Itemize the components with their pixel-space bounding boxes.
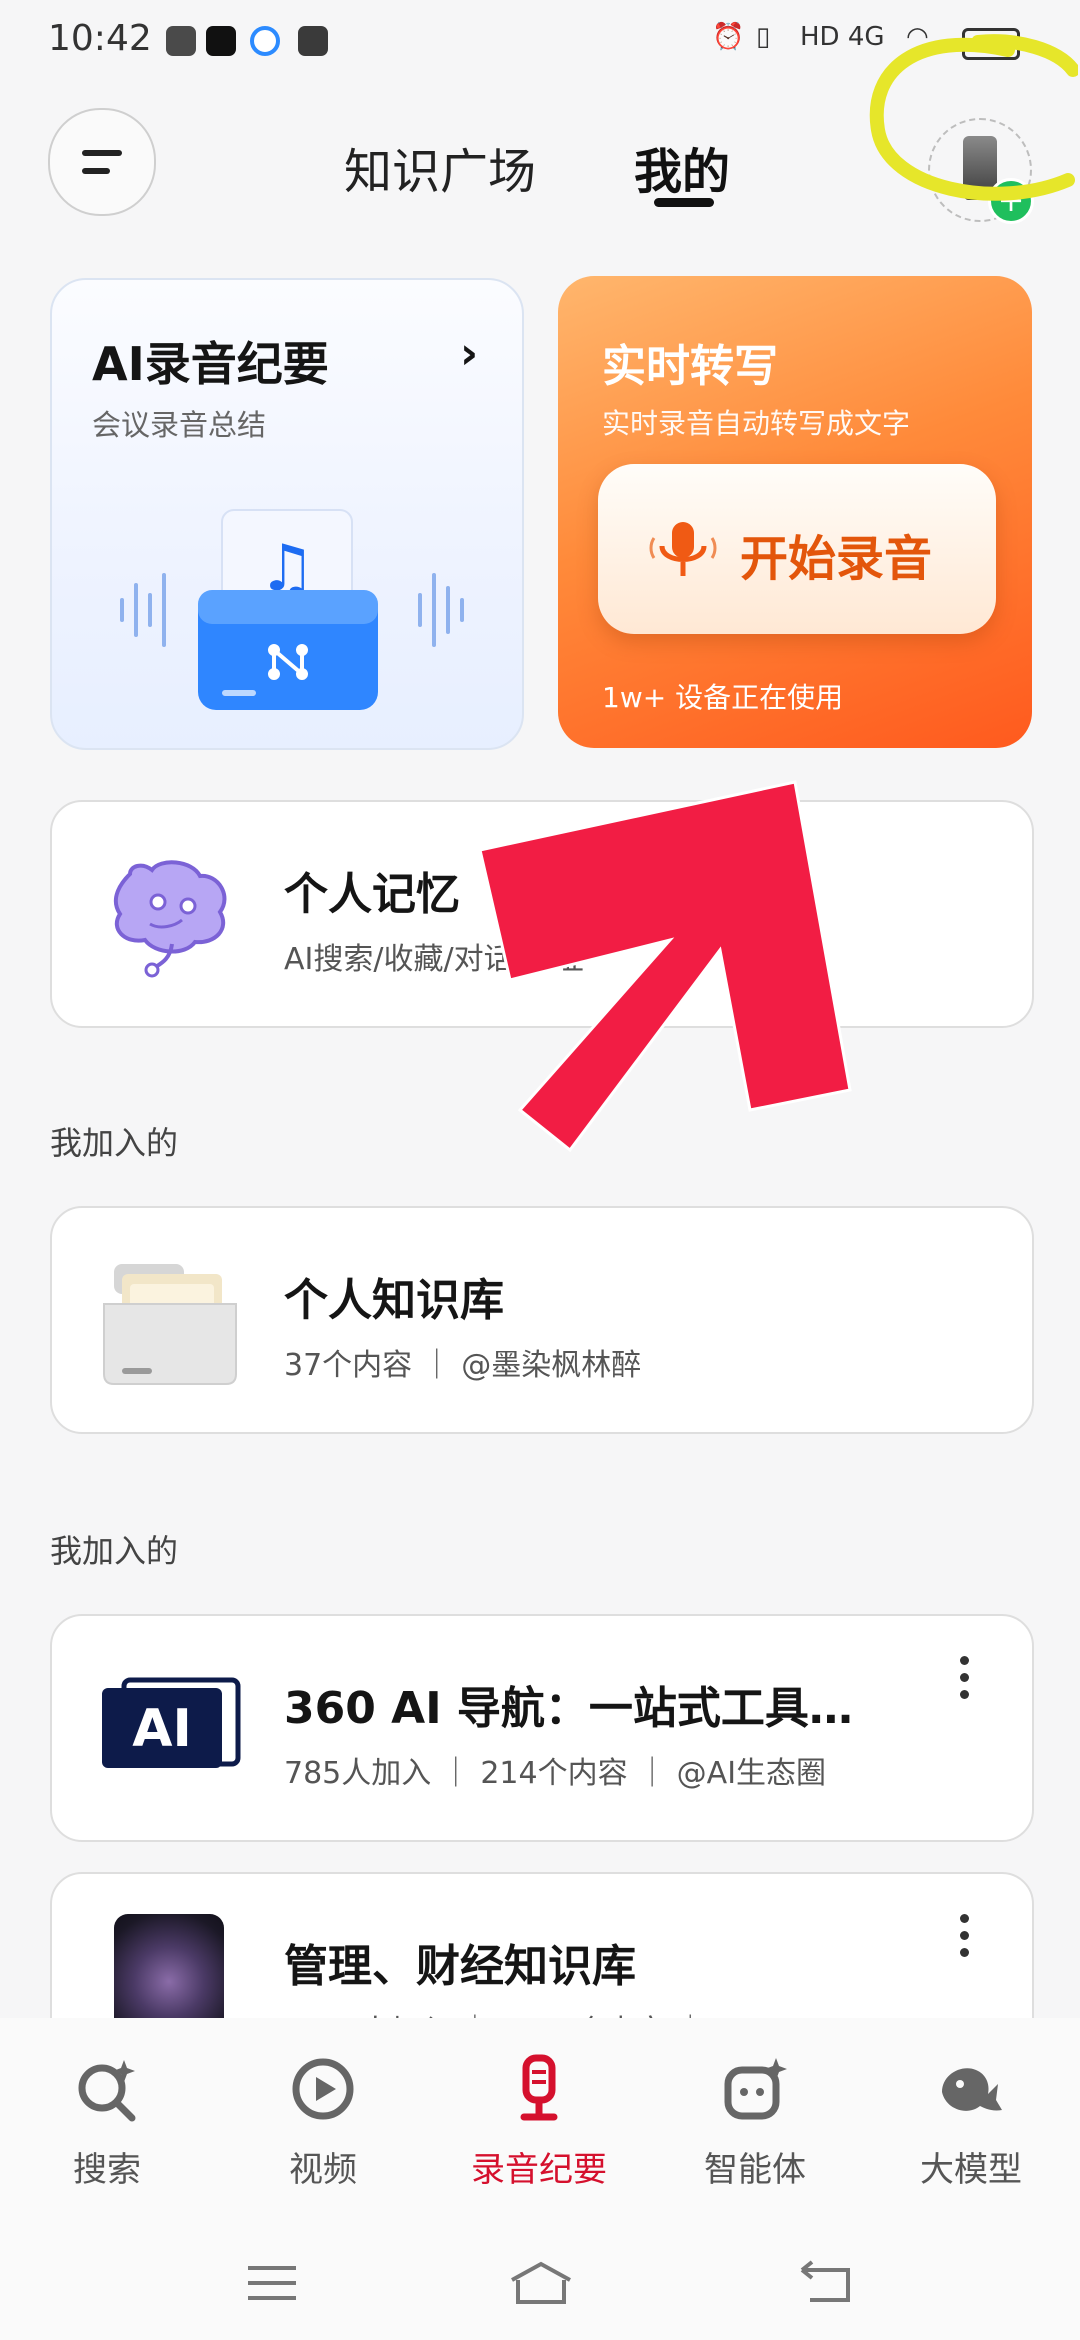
tab-mine[interactable]: 我的 xyxy=(634,132,730,202)
play-icon xyxy=(292,2058,354,2120)
personal-knowledge-base-card[interactable]: 个人知识库 37个内容 ｜ @墨染枫林醉 xyxy=(50,1206,1034,1434)
nav-search[interactable]: 搜索 xyxy=(22,2054,192,2191)
ai-logo-text: AI xyxy=(132,1699,192,1759)
nav-recording[interactable]: 录音纪要 xyxy=(454,2054,624,2191)
nav-large-model[interactable]: 大模型 xyxy=(886,2054,1056,2191)
menu-icon xyxy=(82,150,122,156)
ai-recording-summary-card[interactable]: AI录音纪要 › 会议录音总结 ♫ xyxy=(50,278,524,750)
browser-icon xyxy=(250,26,280,56)
status-time: 10:42 xyxy=(48,18,152,59)
list-item[interactable]: AI 360 AI 导航：一站式工具… 785人加入 ｜ 214个内容 ｜ @A… xyxy=(50,1614,1034,1842)
microphone-icon xyxy=(520,2054,558,2121)
realtime-subtitle: 实时录音自动转写成文字 xyxy=(602,407,911,440)
brain-icon xyxy=(113,860,227,978)
nav-label: 录音纪要 xyxy=(471,2150,607,2190)
nav-video[interactable]: 视频 xyxy=(238,2054,408,2191)
chevron-right-icon: › xyxy=(460,328,479,379)
red-arrow-annotation xyxy=(478,780,852,1153)
section-heading: 我加入的 xyxy=(50,1532,179,1570)
section-heading: 我加入的 xyxy=(50,1124,179,1162)
folder-icon xyxy=(103,1264,237,1385)
home-icon[interactable] xyxy=(506,2258,576,2308)
list-item-subtitle: 785人加入 ｜ 214个内容 ｜ @AI生态圈 xyxy=(284,1756,827,1791)
ai-card-title: AI录音纪要 xyxy=(92,337,329,391)
memory-title: 个人记忆 xyxy=(284,869,460,920)
alarm-icon: ⏰ xyxy=(712,22,745,52)
realtime-transcription-card[interactable]: 实时转写 实时录音自动转写成文字 开始录音 1w+ 设备正在使用 xyxy=(558,276,1032,748)
back-icon[interactable] xyxy=(796,2258,856,2308)
agent-icon xyxy=(724,2058,787,2120)
nav-label: 智能体 xyxy=(704,2150,806,2190)
menu-button[interactable] xyxy=(48,108,156,216)
search-sparkle-icon xyxy=(78,2060,136,2122)
nav-label: 大模型 xyxy=(920,2150,1022,2190)
active-tab-indicator xyxy=(654,198,714,207)
audio-folder-illustration: ♫ xyxy=(120,509,464,710)
start-recording-button[interactable]: 开始录音 xyxy=(598,464,996,634)
more-options-icon[interactable] xyxy=(960,1656,972,1707)
recent-apps-icon[interactable] xyxy=(244,2258,300,2308)
ai-card-subtitle: 会议录音总结 xyxy=(92,408,267,442)
start-recording-label: 开始录音 xyxy=(740,531,933,587)
mail-icon xyxy=(166,26,196,56)
whale-icon xyxy=(942,2068,1002,2111)
nav-label: 视频 xyxy=(289,2150,357,2190)
nav-agent[interactable]: 智能体 xyxy=(670,2054,840,2191)
knowledge-base-title: 个人知识库 xyxy=(284,1275,504,1326)
active-devices-text: 1w+ 设备正在使用 xyxy=(602,681,844,714)
bottom-navigation: 搜索 视频 录音纪要 智能体 大模型 xyxy=(0,2018,1080,2340)
tab-knowledge-square[interactable]: 知识广场 xyxy=(344,132,536,202)
tiktok-icon xyxy=(206,26,236,56)
ai-logo-icon: AI xyxy=(102,1677,241,1768)
microphone-icon xyxy=(649,522,717,576)
list-item-title: 360 AI 导航：一站式工具… xyxy=(284,1683,853,1734)
more-options-icon[interactable] xyxy=(960,1914,972,1965)
vibrate-icon: ▯ xyxy=(756,22,771,52)
highlight-circle-annotation xyxy=(869,34,1078,201)
nav-label: 搜索 xyxy=(73,2150,141,2190)
list-item-title: 管理、财经知识库 xyxy=(284,1941,636,1992)
realtime-title: 实时转写 xyxy=(602,341,778,392)
knowledge-base-subtitle: 37个内容 ｜ @墨染枫林醉 xyxy=(284,1348,642,1383)
video-app-icon xyxy=(298,26,328,56)
